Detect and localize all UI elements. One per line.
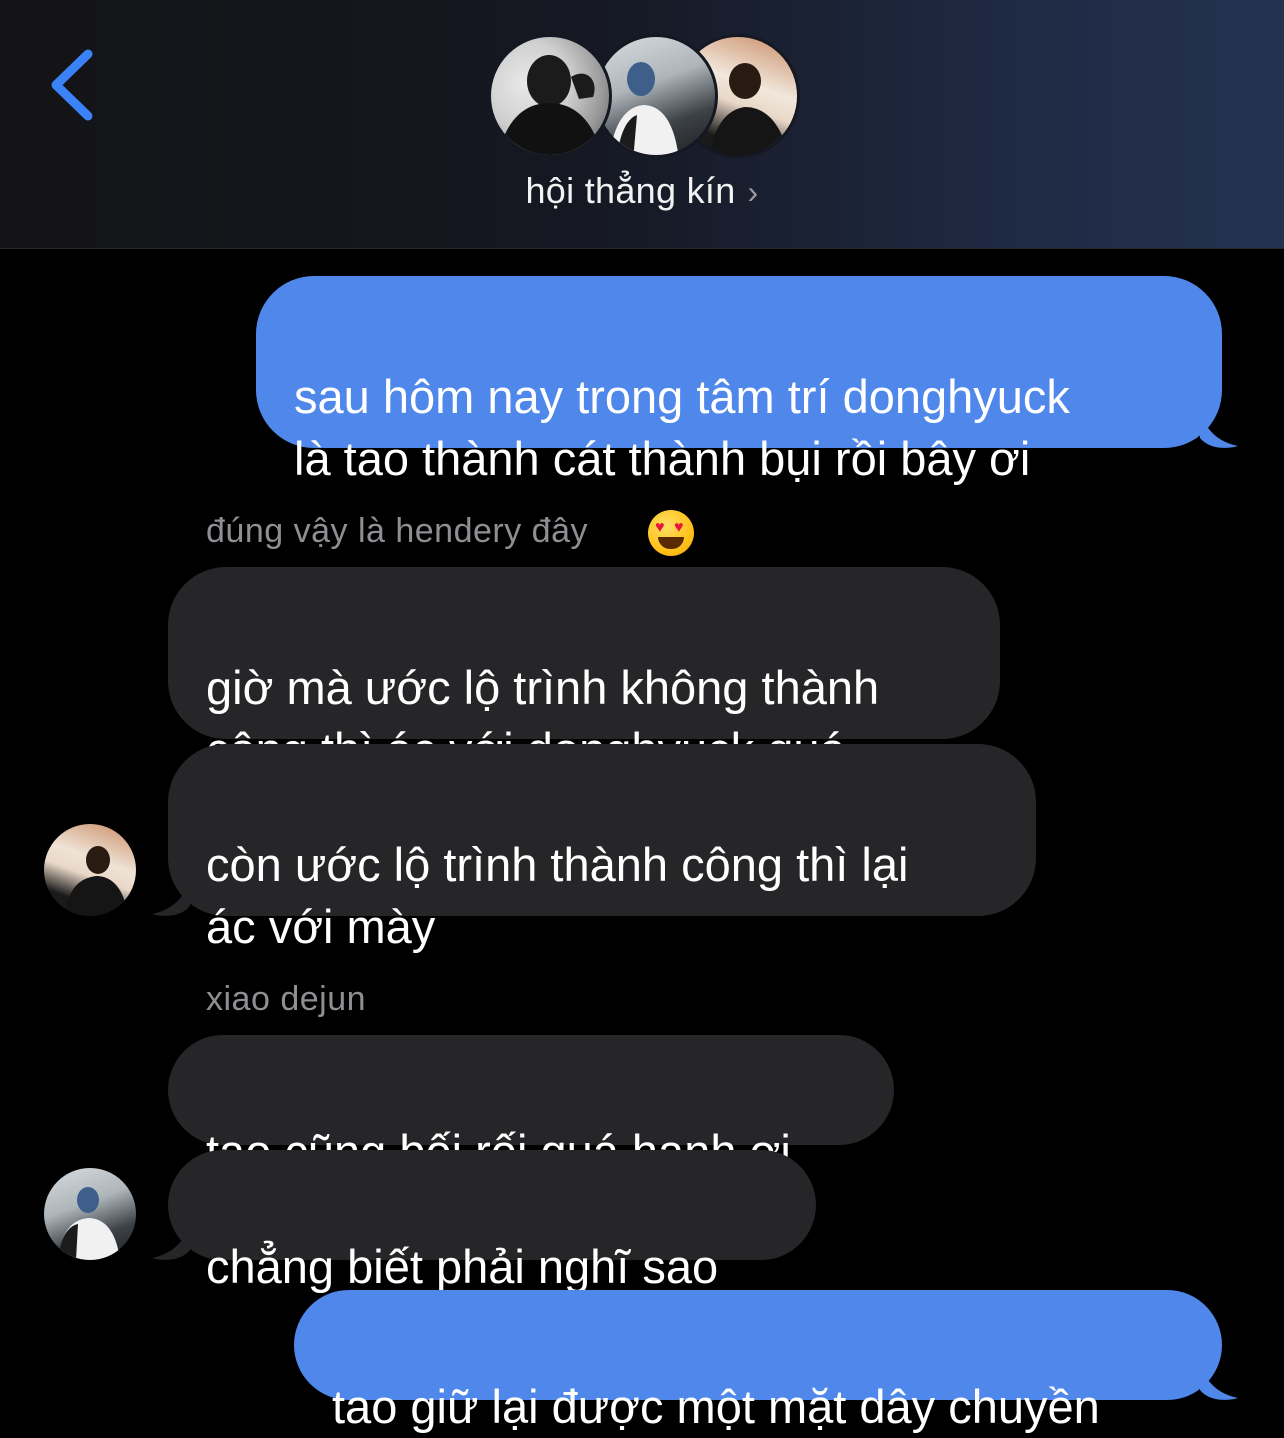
message-bubble-incoming[interactable]: còn ước lộ trình thành công thì lại ác v… — [168, 744, 1036, 953]
back-button[interactable] — [40, 40, 110, 130]
sender-name-text: xiao dejun — [206, 980, 367, 1018]
member-avatar — [594, 34, 718, 158]
sender-name-text: đúng vậy là hendery đây — [206, 512, 588, 550]
sender-avatar[interactable] — [44, 824, 136, 916]
chat-header: hội thẳng kín › — [0, 0, 1284, 249]
message-text: sau hôm nay trong tâm trí donghyuck là t… — [294, 370, 1070, 485]
group-name-label: hội thẳng kín — [525, 170, 736, 211]
heart-eyes-emoji-icon: ♥ ♥ — [648, 510, 694, 556]
message-bubble-incoming[interactable]: giờ mà ước lộ trình không thành công thì… — [168, 567, 1000, 776]
message-bubble-incoming[interactable]: tao cũng bối rối quá hanh ơi — [168, 1035, 894, 1178]
chevron-right-icon: › — [747, 174, 759, 210]
sender-name: đúng vậy là hendery đây — [206, 512, 588, 551]
sender-avatar[interactable] — [44, 1168, 136, 1260]
bubble-tail — [1200, 412, 1238, 448]
sender-name: xiao dejun — [206, 980, 366, 1019]
message-text: chẳng biết phải nghĩ sao — [206, 1240, 719, 1293]
message-bubble-incoming[interactable]: chẳng biết phải nghĩ sao — [168, 1150, 816, 1293]
message-text: còn ước lộ trình thành công thì lại ác v… — [206, 838, 909, 953]
bubble-tail — [152, 880, 190, 916]
bubble-tail — [1200, 1364, 1238, 1400]
message-text: tao giữ lại được một mặt dây chuyền — [332, 1380, 1100, 1433]
member-avatar — [488, 34, 612, 158]
group-name[interactable]: hội thẳng kín › — [0, 170, 1284, 212]
message-bubble-outgoing[interactable]: tao giữ lại được một mặt dây chuyền — [294, 1290, 1222, 1433]
bubble-tail — [152, 1224, 190, 1260]
chevron-left-icon — [51, 49, 93, 121]
message-bubble-outgoing[interactable]: sau hôm nay trong tâm trí donghyuck là t… — [256, 276, 1222, 485]
group-avatars[interactable] — [488, 34, 808, 160]
